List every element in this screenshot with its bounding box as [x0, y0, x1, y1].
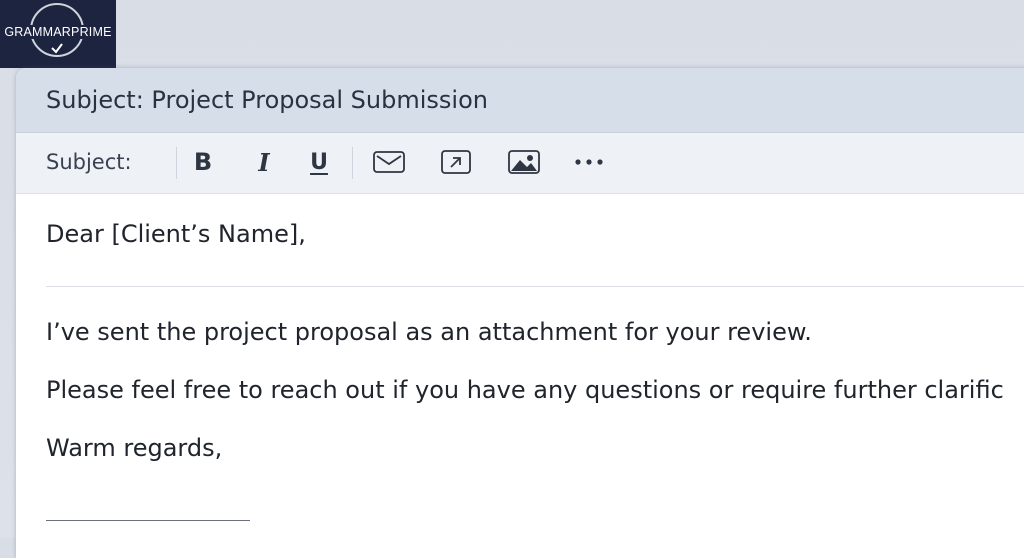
signature-line	[46, 520, 250, 521]
italic-button[interactable]: I	[249, 144, 279, 180]
body-line-1: I’ve sent the project proposal as an att…	[46, 318, 812, 346]
email-compose-window: Subject: Project Proposal Submission Sub…	[16, 68, 1024, 558]
brand-logo: GRAMMARPRIME	[0, 0, 116, 68]
body-line-2: Please feel free to reach out if you hav…	[46, 376, 1004, 404]
toolbar-separator	[176, 147, 177, 179]
toolbar-separator	[352, 147, 353, 179]
mail-icon	[373, 151, 405, 173]
divider	[46, 286, 1024, 287]
insert-email-button[interactable]	[372, 144, 406, 180]
logo-text: GRAMMARPRIME	[0, 25, 116, 39]
greeting-text: Dear [Client’s Name],	[46, 220, 306, 248]
email-title: Subject: Project Proposal Submission	[46, 86, 488, 114]
formatting-toolbar: Subject: B I U	[16, 133, 1024, 194]
checkmark-icon	[51, 43, 63, 54]
insert-link-button[interactable]	[439, 144, 473, 180]
more-options-button[interactable]	[572, 144, 606, 180]
more-icon	[575, 159, 603, 165]
closing-text: Warm regards,	[46, 434, 223, 462]
image-icon	[508, 150, 540, 174]
bold-button[interactable]: B	[188, 144, 218, 180]
underline-button[interactable]: U	[304, 144, 334, 180]
link-icon	[441, 150, 471, 174]
title-bar: Subject: Project Proposal Submission	[16, 68, 1024, 133]
insert-image-button[interactable]	[507, 144, 541, 180]
subject-label: Subject:	[46, 150, 132, 174]
